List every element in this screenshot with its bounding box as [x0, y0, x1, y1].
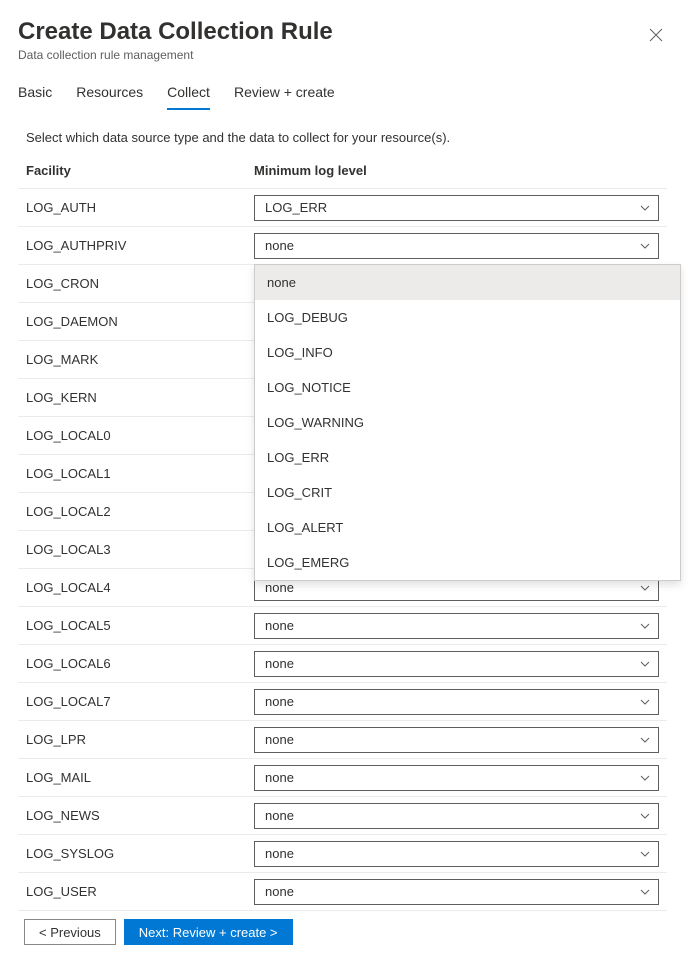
- chevron-down-icon: [640, 583, 650, 593]
- facility-label: LOG_AUTH: [26, 200, 254, 215]
- dropdown-option[interactable]: LOG_DEBUG: [255, 300, 680, 335]
- facility-label: LOG_LOCAL5: [26, 618, 254, 633]
- select-value: none: [265, 580, 294, 595]
- facility-label: LOG_LOCAL7: [26, 694, 254, 709]
- facility-label: LOG_LOCAL2: [26, 504, 254, 519]
- table-row: LOG_LOCAL7 none: [18, 683, 667, 721]
- column-header-facility: Facility: [26, 163, 254, 178]
- select-value: none: [265, 694, 294, 709]
- chevron-down-icon: [640, 621, 650, 631]
- facility-label: LOG_MARK: [26, 352, 254, 367]
- log-level-select[interactable]: none: [254, 613, 659, 639]
- dropdown-option[interactable]: none: [255, 265, 680, 300]
- facility-label: LOG_DAEMON: [26, 314, 254, 329]
- log-level-select[interactable]: none: [254, 765, 659, 791]
- table-row: LOG_USER none: [18, 873, 667, 911]
- chevron-down-icon: [640, 849, 650, 859]
- facility-label: LOG_NEWS: [26, 808, 254, 823]
- table-row: LOG_AUTHPRIV none: [18, 227, 667, 265]
- dropdown-option[interactable]: LOG_ERR: [255, 440, 680, 475]
- chevron-down-icon: [640, 773, 650, 783]
- select-value: none: [265, 808, 294, 823]
- close-button[interactable]: [645, 24, 667, 50]
- table-row: LOG_MAIL none: [18, 759, 667, 797]
- select-value: none: [265, 846, 294, 861]
- previous-button[interactable]: < Previous: [24, 919, 116, 945]
- select-value: none: [265, 618, 294, 633]
- facility-label: LOG_KERN: [26, 390, 254, 405]
- table-row: LOG_NEWS none: [18, 797, 667, 835]
- table-row: LOG_LOCAL5 none: [18, 607, 667, 645]
- facility-label: LOG_AUTHPRIV: [26, 238, 254, 253]
- table-row: LOG_SYSLOG none: [18, 835, 667, 873]
- facility-label: LOG_LOCAL6: [26, 656, 254, 671]
- log-level-select[interactable]: none: [254, 803, 659, 829]
- page-title: Create Data Collection Rule: [18, 18, 333, 46]
- column-header-level: Minimum log level: [254, 163, 659, 178]
- chevron-down-icon: [640, 887, 650, 897]
- select-value: none: [265, 884, 294, 899]
- log-level-select[interactable]: none: [254, 727, 659, 753]
- dropdown-option[interactable]: LOG_INFO: [255, 335, 680, 370]
- facility-label: LOG_LOCAL4: [26, 580, 254, 595]
- log-level-select[interactable]: none: [254, 233, 659, 259]
- tab-review-create[interactable]: Review + create: [234, 78, 335, 110]
- table-row: LOG_LOCAL6 none: [18, 645, 667, 683]
- tabs: Basic Resources Collect Review + create: [18, 78, 667, 110]
- tab-collect[interactable]: Collect: [167, 78, 210, 110]
- dropdown-option[interactable]: LOG_NOTICE: [255, 370, 680, 405]
- next-button[interactable]: Next: Review + create >: [124, 919, 293, 945]
- dropdown-option[interactable]: LOG_WARNING: [255, 405, 680, 440]
- chevron-down-icon: [640, 811, 650, 821]
- log-level-select[interactable]: LOG_ERR: [254, 195, 659, 221]
- log-level-select[interactable]: none: [254, 689, 659, 715]
- chevron-down-icon: [640, 735, 650, 745]
- facility-label: LOG_SYSLOG: [26, 846, 254, 861]
- facility-label: LOG_USER: [26, 884, 254, 899]
- facility-label: LOG_CRON: [26, 276, 254, 291]
- chevron-down-icon: [640, 241, 650, 251]
- close-icon: [649, 28, 663, 42]
- chevron-down-icon: [640, 659, 650, 669]
- log-level-select[interactable]: none: [254, 879, 659, 905]
- table-row: LOG_LPR none: [18, 721, 667, 759]
- table-row: LOG_AUTH LOG_ERR: [18, 189, 667, 227]
- facility-label: LOG_MAIL: [26, 770, 254, 785]
- dropdown-option[interactable]: LOG_CRIT: [255, 475, 680, 510]
- select-value: none: [265, 238, 294, 253]
- facility-label: LOG_LOCAL0: [26, 428, 254, 443]
- tab-resources[interactable]: Resources: [76, 78, 143, 110]
- dropdown-option[interactable]: LOG_ALERT: [255, 510, 680, 545]
- select-value: LOG_ERR: [265, 200, 327, 215]
- facility-label: LOG_LOCAL3: [26, 542, 254, 557]
- facility-label: LOG_LOCAL1: [26, 466, 254, 481]
- table-header: Facility Minimum log level: [18, 163, 667, 189]
- log-level-select[interactable]: none: [254, 651, 659, 677]
- dropdown-option[interactable]: LOG_EMERG: [255, 545, 680, 580]
- page-subtitle: Data collection rule management: [18, 48, 333, 62]
- chevron-down-icon: [640, 697, 650, 707]
- select-value: none: [265, 732, 294, 747]
- chevron-down-icon: [640, 203, 650, 213]
- instruction-text: Select which data source type and the da…: [18, 130, 667, 145]
- tab-basic[interactable]: Basic: [18, 78, 52, 110]
- log-level-select[interactable]: none: [254, 841, 659, 867]
- select-value: none: [265, 770, 294, 785]
- log-level-dropdown-menu[interactable]: noneLOG_DEBUGLOG_INFOLOG_NOTICELOG_WARNI…: [254, 264, 681, 581]
- select-value: none: [265, 656, 294, 671]
- facility-label: LOG_LPR: [26, 732, 254, 747]
